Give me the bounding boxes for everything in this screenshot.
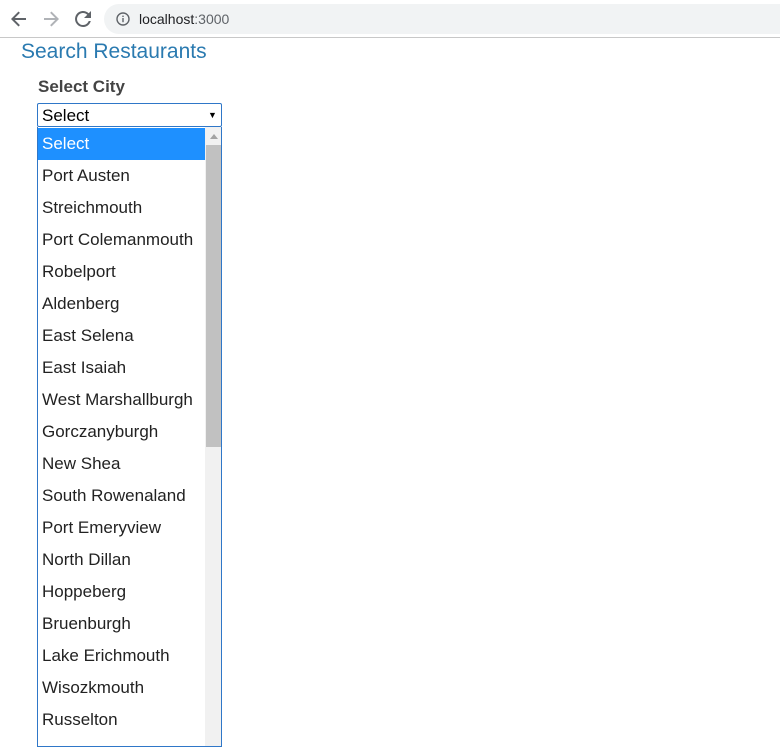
city-option[interactable]: East Isaiah (38, 352, 205, 384)
city-option[interactable]: East Selena (38, 320, 205, 352)
page-title: Search Restaurants (21, 40, 207, 63)
city-label: Select City (38, 77, 125, 96)
forward-button[interactable] (39, 7, 63, 31)
city-option[interactable]: South Rowenaland (38, 480, 205, 512)
reload-icon (75, 10, 91, 27)
city-dropdown-list[interactable]: Select Port Austen Streichmouth Port Colema… (37, 127, 222, 747)
url-text: localhost:3000 (139, 11, 229, 27)
reload-button[interactable] (71, 7, 95, 31)
city-option[interactable]: Wisozkmouth (38, 672, 205, 704)
forward-arrow-icon (44, 11, 59, 27)
back-arrow-icon (11, 11, 26, 27)
city-option-list: Select Port Austen Streichmouth Port Colema… (38, 127, 205, 736)
city-option[interactable]: Select (38, 128, 205, 160)
city-option[interactable]: Gorczanyburgh (38, 416, 205, 448)
city-option[interactable]: Aldenberg (38, 288, 205, 320)
city-option[interactable]: Bruenburgh (38, 608, 205, 640)
city-option[interactable]: Port Colemanmouth (38, 224, 205, 256)
dropdown-arrow-icon: ▼ (208, 110, 217, 120)
url-host: localhost (139, 11, 195, 27)
url-port: :3000 (194, 11, 230, 27)
city-select[interactable]: Select ▼ (37, 103, 222, 127)
scroll-up-arrow-icon (209, 133, 218, 139)
city-option[interactable]: Port Emeryview (38, 512, 205, 544)
city-option[interactable]: Port Austen (38, 160, 205, 192)
city-option[interactable]: Robelport (38, 256, 205, 288)
address-bar[interactable]: localhost:3000 (104, 4, 780, 34)
back-button[interactable] (7, 7, 31, 31)
city-option[interactable]: New Shea (38, 448, 205, 480)
city-option[interactable]: Streichmouth (38, 192, 205, 224)
dropdown-scrollbar[interactable] (205, 127, 221, 746)
scroll-up-button[interactable] (205, 129, 221, 143)
city-option[interactable]: Lake Erichmouth (38, 640, 205, 672)
info-icon[interactable] (116, 12, 130, 26)
scrollbar-thumb[interactable] (206, 145, 221, 447)
browser-toolbar: localhost:3000 (0, 0, 780, 38)
city-option[interactable]: Russelton (38, 704, 205, 736)
city-select-value: Select (42, 106, 90, 125)
city-option[interactable]: Hoppeberg (38, 576, 205, 608)
city-option[interactable]: North Dillan (38, 544, 205, 576)
city-option[interactable]: West Marshallburgh (38, 384, 205, 416)
